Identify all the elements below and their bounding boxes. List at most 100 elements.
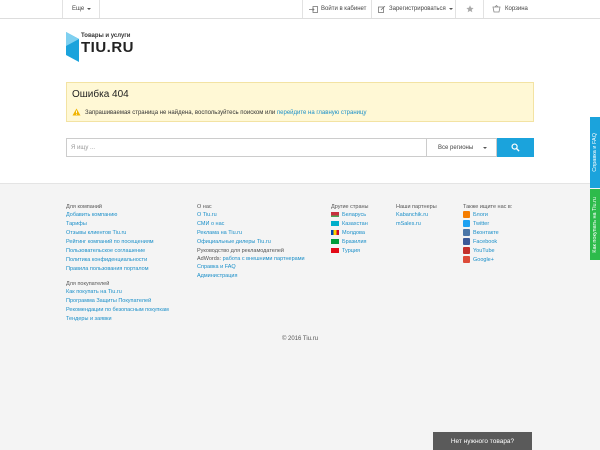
companies-title: Для компаний: [66, 204, 102, 210]
adwords-prefix: AdWords:: [197, 256, 223, 262]
facebook-icon: [463, 238, 470, 246]
error-message: Запрашиваемая страница не найдена, воспо…: [85, 110, 366, 116]
side-tab-faq[interactable]: Справка и FAQ: [590, 117, 600, 188]
country-moldova[interactable]: Молдова: [331, 229, 369, 238]
search-input[interactable]: Я ищу ...: [66, 138, 426, 157]
countries-title: Другие страны: [331, 204, 369, 210]
separator: [483, 0, 484, 18]
footer-link[interactable]: Отзывы клиентов Tiu.ru: [66, 229, 169, 238]
copyright: © 2016 Tiu.ru: [281, 336, 319, 342]
social-label: Twitter: [473, 221, 490, 227]
footer-link[interactable]: Пользовательское соглашение: [66, 247, 169, 256]
error-message-text: Запрашиваемая страница не найдена, воспо…: [85, 110, 277, 116]
logo[interactable]: Товары и услуги TIU.RU: [66, 31, 146, 67]
moldova-flag-icon: [331, 230, 339, 236]
footer-link[interactable]: Как покупать на Tiu.ru: [66, 288, 169, 297]
footer-link[interactable]: Политика конфиденциальности: [66, 256, 169, 265]
advertisers-guide: Руководство для рекламодателей: [197, 248, 284, 254]
adwords-line: AdWords: работа с внешними партнерами: [197, 255, 305, 263]
country-label: Бразилия: [342, 239, 367, 245]
belarus-flag-icon: [331, 212, 339, 218]
more-menu[interactable]: Еще: [72, 0, 92, 18]
footer-link[interactable]: Тендеры и заявки: [66, 315, 169, 324]
social-blogs[interactable]: Блоги: [463, 211, 512, 220]
login-label: Войти в кабинет: [321, 6, 367, 12]
social-vk[interactable]: Вконтакте: [463, 229, 512, 238]
social-label: Вконтакте: [473, 230, 499, 236]
top-bar: Еще Войти в кабинет Зарегистрироваться К…: [0, 0, 600, 19]
chevron-down-icon: [448, 8, 453, 10]
google-plus-icon: [463, 256, 470, 264]
footer-link[interactable]: Рекомендации по безопасным покупкам: [66, 306, 169, 315]
error-title: Ошибка 404: [72, 89, 129, 100]
social-facebook[interactable]: Facebook: [463, 238, 512, 247]
country-kazakhstan[interactable]: Казахстан: [331, 220, 369, 229]
social-label: Блоги: [473, 212, 488, 218]
country-label: Беларусь: [342, 212, 367, 218]
youtube-icon: [463, 247, 470, 255]
country-belarus[interactable]: Беларусь: [331, 211, 369, 220]
country-label: Молдова: [342, 230, 365, 236]
need-product-button[interactable]: Нет нужного товара?: [433, 432, 532, 450]
footer: Для компаний Добавить компанию Тарифы От…: [0, 183, 600, 450]
social-label: YouTube: [473, 248, 495, 254]
side-tab-how-to-buy-label: Как покупать на Tiu.ru: [592, 196, 598, 253]
footer-link[interactable]: Добавить компанию: [66, 211, 169, 220]
footer-partners: Наши партнеры Kabanchik.ru mSales.ru: [396, 203, 437, 229]
separator: [62, 0, 63, 18]
login-icon: [309, 5, 318, 13]
footer-social: Также ищите нас в: Блоги Twitter Вконтак…: [463, 203, 512, 265]
cart-icon: [492, 5, 501, 13]
social-youtube[interactable]: YouTube: [463, 247, 512, 256]
footer-companies: Для компаний Добавить компанию Тарифы От…: [66, 203, 169, 324]
separator: [99, 0, 100, 18]
kazakhstan-flag-icon: [331, 221, 339, 227]
login-link[interactable]: Войти в кабинет: [309, 0, 366, 18]
register-label: Зарегистрироваться: [389, 6, 446, 12]
edit-icon: [378, 5, 386, 13]
social-twitter[interactable]: Twitter: [463, 220, 512, 229]
footer-link[interactable]: Kabanchik.ru: [396, 211, 437, 220]
footer-link[interactable]: Тарифы: [66, 220, 169, 229]
separator: [455, 0, 456, 18]
chevron-down-icon: [87, 8, 92, 10]
warning-icon: [72, 108, 81, 116]
country-label: Казахстан: [342, 221, 368, 227]
cart-label: Корзина: [505, 6, 528, 12]
footer-about: О нас О Tiu.ru СМИ о нас Реклама на Tiu.…: [197, 203, 305, 281]
footer-link[interactable]: Программа Защиты Покупателей: [66, 297, 169, 306]
search-button[interactable]: [497, 138, 534, 157]
register-menu[interactable]: Зарегистрироваться: [378, 0, 453, 18]
side-tab-how-to-buy[interactable]: Как покупать на Tiu.ru: [590, 189, 600, 260]
footer-link[interactable]: Справка и FAQ: [197, 263, 305, 272]
footer-link[interactable]: Администрация: [197, 272, 305, 281]
logo-mark-icon: [66, 32, 79, 62]
favorites-button[interactable]: [466, 0, 474, 18]
country-label: Турция: [342, 248, 360, 254]
footer-link[interactable]: Правила пользования порталом: [66, 265, 169, 274]
social-label: Google+: [473, 257, 494, 263]
error-box: Ошибка 404 Запрашиваемая страница не най…: [66, 82, 534, 122]
social-googleplus[interactable]: Google+: [463, 256, 512, 265]
vk-icon: [463, 229, 470, 237]
adwords-link[interactable]: работа с внешними партнерами: [223, 256, 305, 262]
home-page-link[interactable]: перейдите на главную страницу: [277, 110, 367, 116]
footer-link[interactable]: Реклама на Tiu.ru: [197, 229, 305, 238]
footer-link[interactable]: СМИ о нас: [197, 220, 305, 229]
footer-link[interactable]: Рейтинг компаний по посещениям: [66, 238, 169, 247]
buyers-title: Для покупателей: [66, 281, 110, 287]
turkey-flag-icon: [331, 248, 339, 254]
logo-name: TIU.RU: [81, 39, 134, 56]
more-label: Еще: [72, 6, 85, 12]
footer-link[interactable]: Официальные дилеры Tiu.ru: [197, 238, 305, 247]
country-brazil[interactable]: Бразилия: [331, 238, 369, 247]
cart-link[interactable]: Корзина: [492, 0, 528, 18]
star-icon: [466, 5, 474, 13]
twitter-icon: [463, 220, 470, 228]
region-select[interactable]: Все регионы: [426, 138, 497, 157]
country-turkey[interactable]: Турция: [331, 247, 369, 256]
footer-link[interactable]: О Tiu.ru: [197, 211, 305, 220]
footer-link[interactable]: mSales.ru: [396, 220, 437, 229]
separator: [302, 0, 303, 18]
region-value: Все регионы: [438, 144, 474, 151]
